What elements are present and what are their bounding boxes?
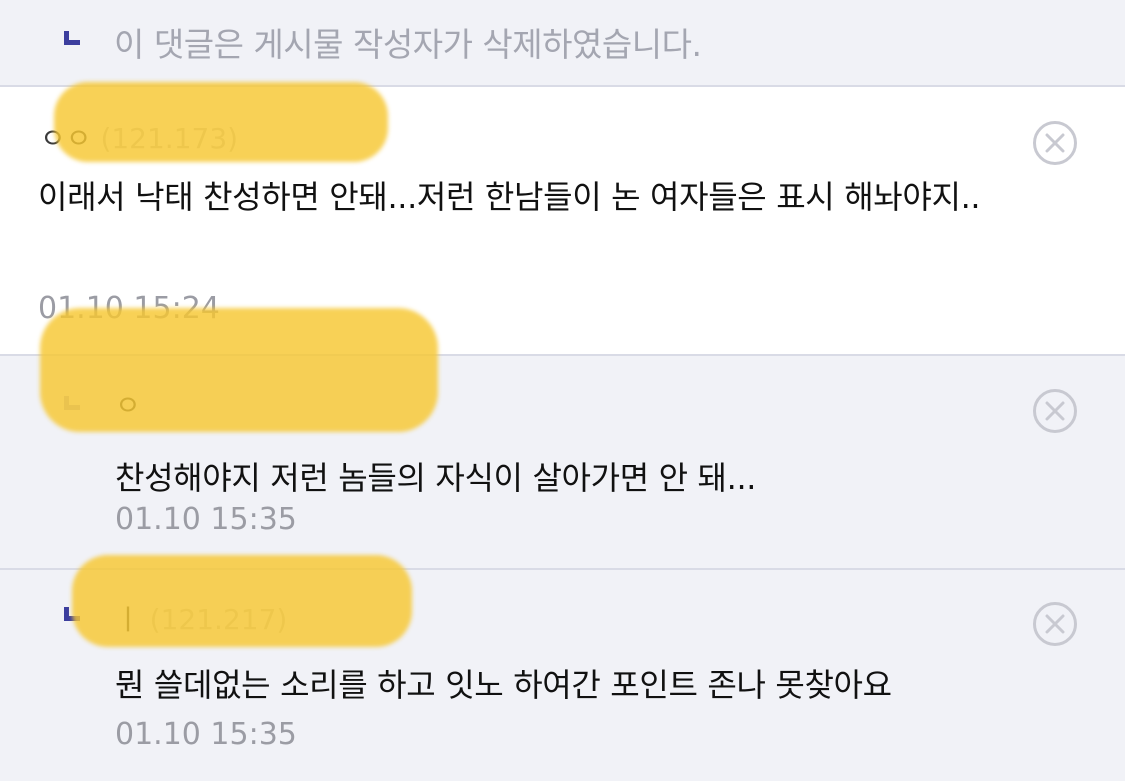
comment-timestamp: 01.10 15:24 <box>38 291 220 326</box>
delete-comment-button[interactable] <box>1033 121 1077 165</box>
author-ip: (121.173) <box>100 122 239 155</box>
close-icon <box>1045 401 1065 421</box>
reply-text: 뭔 쓸데없는 소리를 하고 잇노 하여간 포인트 존나 못찾아요 <box>115 666 892 704</box>
comment-text: 이래서 낙태 찬성하면 안돼...저런 한남들이 논 여자들은 표시 해놔야지.… <box>38 178 981 216</box>
delete-reply-button[interactable] <box>1033 602 1077 646</box>
reply-author: ㅣ (121.217) <box>115 598 287 638</box>
reply-timestamp: 01.10 15:35 <box>115 502 297 537</box>
deleted-comment-text: 이 댓글은 게시물 작성자가 삭제하였습니다. <box>114 25 702 64</box>
comment-row: ㅇㅇ (121.173) 이래서 낙태 찬성하면 안돼...저런 한남들이 논 … <box>0 87 1125 356</box>
delete-reply-button[interactable] <box>1033 389 1077 433</box>
reply-author: ㅇ <box>115 384 141 424</box>
reply-arrow-icon <box>64 607 80 621</box>
author-name: ㅇ <box>115 389 141 422</box>
reply-timestamp: 01.10 15:35 <box>115 717 297 752</box>
reply-row: ㅣ (121.217) 뭔 쓸데없는 소리를 하고 잇노 하여간 포인트 존나 … <box>0 570 1125 781</box>
close-icon <box>1045 133 1065 153</box>
author-name: ㅇㅇ <box>40 122 92 155</box>
reply-arrow-icon <box>64 396 80 410</box>
close-icon <box>1045 614 1065 634</box>
reply-arrow-icon <box>64 31 80 45</box>
reply-text: 찬성해야지 저런 놈들의 자식이 살아가면 안 돼... <box>115 459 757 497</box>
author-ip: (121.217) <box>149 603 288 636</box>
comment-author: ㅇㅇ (121.173) <box>40 117 238 157</box>
author-name: ㅣ <box>115 603 141 636</box>
deleted-comment-row: 이 댓글은 게시물 작성자가 삭제하였습니다. <box>0 0 1125 87</box>
reply-row: ㅇ 찬성해야지 저런 놈들의 자식이 살아가면 안 돼... 01.10 15:… <box>0 356 1125 570</box>
